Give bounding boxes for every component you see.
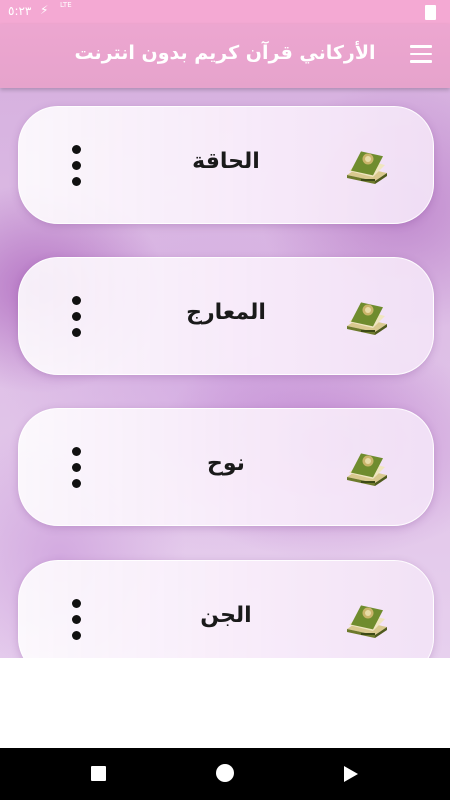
app-bar: الأركاني قرآن كريم بدون انترنت [0, 24, 450, 88]
more-options-icon[interactable] [69, 296, 83, 338]
square-icon[interactable] [91, 766, 106, 781]
surah-card[interactable]: الحاقة [18, 106, 434, 224]
more-options-icon[interactable] [69, 145, 83, 187]
quran-book-icon [347, 605, 387, 638]
app-title: الأركاني قرآن كريم بدون انترنت [74, 42, 376, 64]
hamburger-menu-icon[interactable] [410, 45, 432, 63]
quran-book-icon [347, 453, 387, 486]
triangle-back-icon[interactable] [344, 766, 358, 782]
surah-name: نوح [207, 451, 245, 476]
blank-footer-area [0, 658, 450, 748]
charging-icon: ⚡ [40, 3, 49, 17]
quran-book-icon [347, 302, 387, 335]
more-options-icon[interactable] [69, 599, 83, 641]
surah-list: الحاقة المعارج نوح الجن [0, 88, 450, 658]
quran-book-icon [347, 151, 387, 184]
surah-card[interactable]: نوح [18, 408, 434, 526]
surah-name: الحاقة [192, 149, 260, 174]
status-bar: ٥:٢٣ ⚡ LTE [0, 0, 450, 24]
status-time: ٥:٢٣ [8, 4, 32, 18]
battery-icon [425, 5, 436, 20]
circle-icon[interactable] [216, 764, 234, 782]
surah-card[interactable]: الجن [18, 560, 434, 658]
more-options-icon[interactable] [69, 447, 83, 489]
system-nav-bar [0, 748, 450, 800]
surah-name: الجن [200, 603, 252, 628]
surah-card[interactable]: المعارج [18, 257, 434, 375]
surah-name: المعارج [186, 300, 266, 325]
network-label: LTE [60, 1, 72, 9]
